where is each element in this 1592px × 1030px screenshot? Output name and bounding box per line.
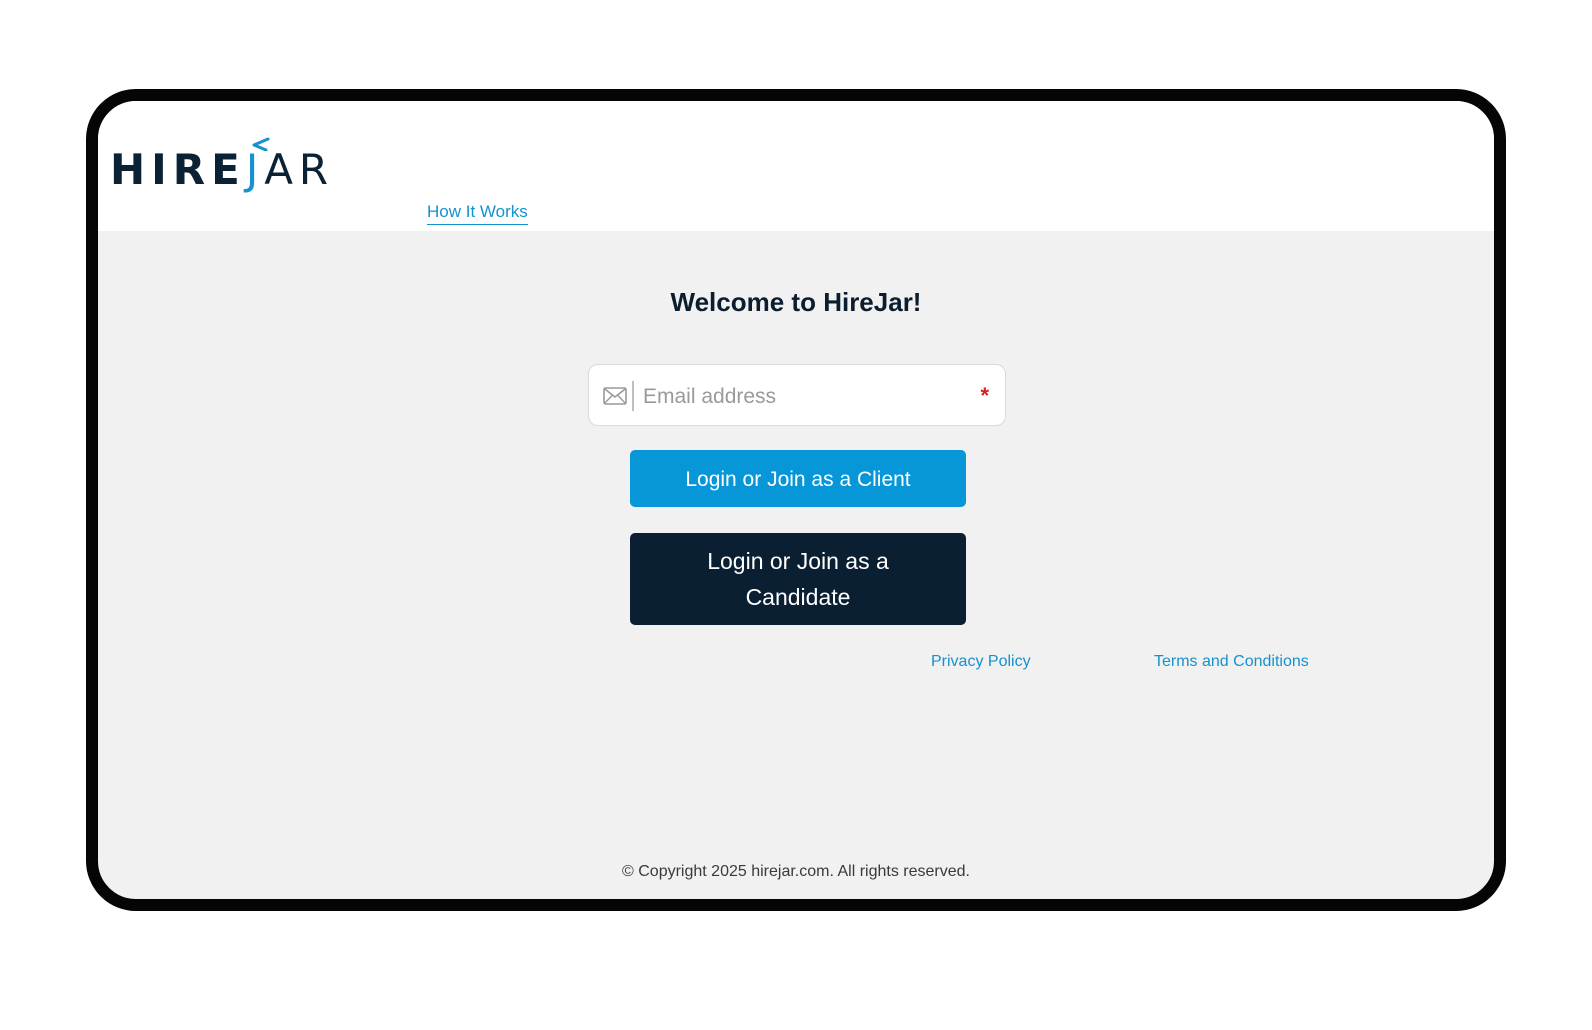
logo-text-hire: HIRE — [110, 145, 246, 194]
logo-jar-icon: J — [246, 137, 270, 191]
site-header: HIRE J AR How It Works — [98, 101, 1494, 231]
email-field[interactable]: * — [588, 364, 1006, 426]
how-it-works-link[interactable]: How It Works — [427, 202, 528, 225]
envelope-icon — [603, 387, 627, 405]
privacy-policy-link[interactable]: Privacy Policy — [931, 653, 1031, 671]
email-input[interactable] — [641, 377, 965, 417]
logo-jar-lid-icon — [252, 137, 270, 151]
logo-text-j: J — [245, 145, 265, 194]
page-title: Welcome to HireJar! — [670, 287, 922, 317]
required-indicator: * — [980, 383, 989, 408]
login-client-button[interactable]: Login or Join as a Client — [630, 450, 966, 507]
copyright-text: © Copyright 2025 hirejar.com. All rights… — [622, 863, 970, 880]
logo-text-ar: AR — [264, 145, 335, 194]
device-frame: HIRE J AR How It Works Welcome to HireJa… — [86, 89, 1506, 911]
login-candidate-button[interactable]: Login or Join as a Candidate — [630, 533, 966, 625]
hirejar-logo[interactable]: HIRE J AR — [110, 135, 334, 191]
email-field-divider — [632, 381, 634, 411]
terms-conditions-link[interactable]: Terms and Conditions — [1154, 653, 1309, 671]
